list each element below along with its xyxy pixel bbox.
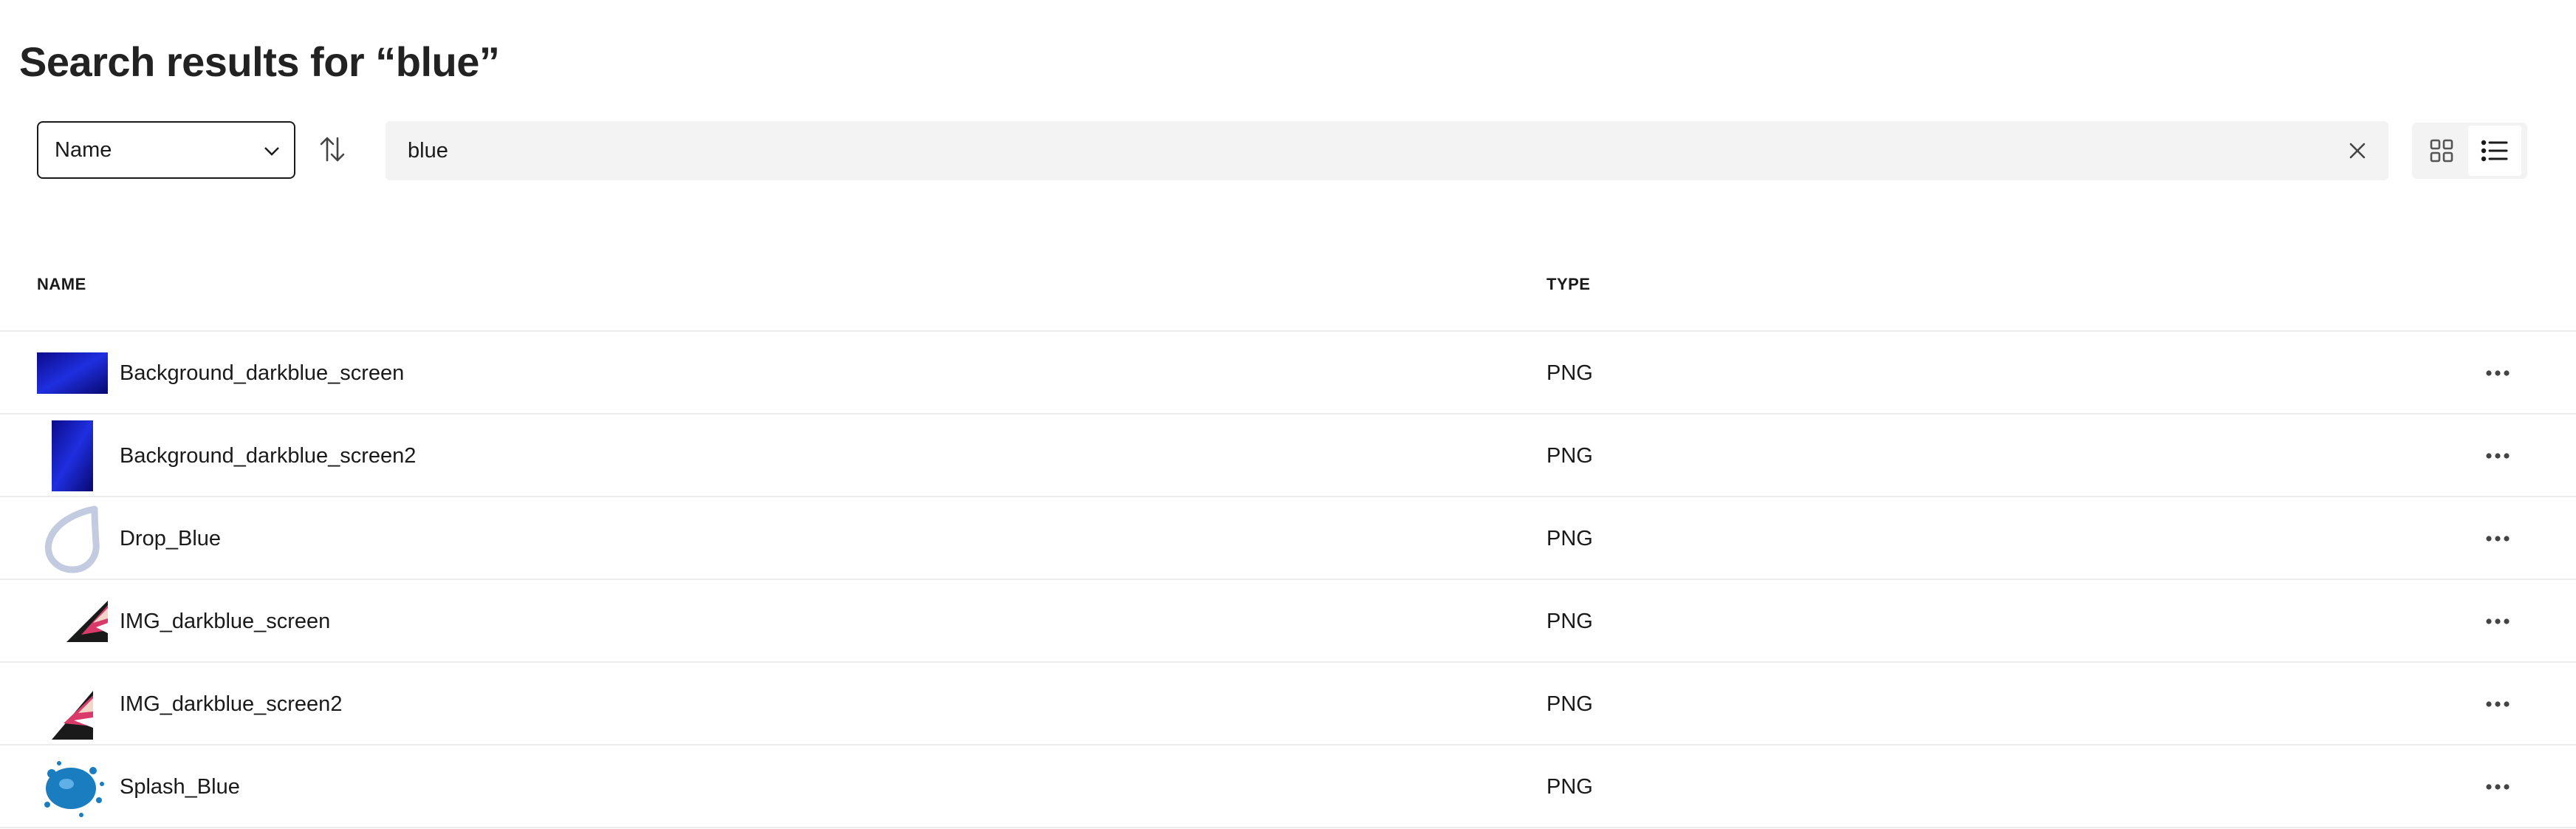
sort-direction-icon	[319, 135, 346, 167]
file-type: PNG	[1546, 444, 1593, 468]
table-row[interactable]: Drop_Blue PNG	[0, 497, 2576, 580]
search-input[interactable]	[386, 129, 2328, 173]
list-view-button[interactable]	[2468, 126, 2521, 176]
row-actions-button[interactable]	[2481, 688, 2514, 720]
row-actions-button[interactable]	[2481, 440, 2514, 472]
view-toggle	[2412, 123, 2527, 179]
file-type: PNG	[1546, 692, 1593, 716]
column-header-name[interactable]: NAME	[37, 275, 86, 294]
file-name[interactable]: Background_darkblue_screen	[120, 360, 404, 386]
more-horizontal-icon	[2486, 701, 2510, 707]
more-horizontal-icon	[2486, 453, 2510, 459]
file-type: PNG	[1546, 361, 1593, 385]
more-horizontal-icon	[2486, 618, 2510, 624]
search-box	[386, 121, 2388, 180]
file-thumbnail	[37, 586, 108, 657]
chevron-down-icon	[261, 140, 282, 167]
row-actions-button[interactable]	[2481, 771, 2514, 803]
file-thumbnail	[37, 669, 108, 740]
grid-view-icon	[2430, 139, 2453, 163]
file-thumbnail	[37, 338, 108, 409]
file-thumbnail	[37, 503, 108, 574]
clear-search-button[interactable]	[2341, 134, 2374, 167]
row-actions-button[interactable]	[2481, 357, 2514, 389]
page-title: Search results for “blue”	[19, 38, 500, 85]
file-name[interactable]: Drop_Blue	[120, 525, 221, 552]
row-actions-button[interactable]	[2481, 522, 2514, 555]
file-name[interactable]: Splash_Blue	[120, 774, 240, 800]
table-row[interactable]: IMG_darkblue_screen PNG	[0, 580, 2576, 663]
file-type: PNG	[1546, 610, 1593, 633]
file-name[interactable]: IMG_darkblue_screen2	[120, 691, 342, 717]
file-name[interactable]: Background_darkblue_screen2	[120, 443, 416, 469]
table-row[interactable]: Splash_Blue PNG	[0, 746, 2576, 828]
file-type: PNG	[1546, 527, 1593, 550]
more-horizontal-icon	[2486, 370, 2510, 376]
table-row[interactable]: Background_darkblue_screen2 PNG	[0, 414, 2576, 497]
column-header-type[interactable]: TYPE	[1546, 275, 1590, 294]
sort-direction-button[interactable]	[316, 134, 349, 167]
file-thumbnail	[37, 751, 108, 822]
list-view-icon	[2481, 140, 2508, 162]
table-row[interactable]: IMG_darkblue_screen2 PNG	[0, 663, 2576, 746]
grid-view-button[interactable]	[2415, 126, 2468, 176]
sort-field-value: Name	[55, 137, 112, 162]
sort-field-select[interactable]: Name	[37, 121, 295, 179]
table-row[interactable]: Background_darkblue_screen PNG	[0, 332, 2576, 414]
file-name[interactable]: IMG_darkblue_screen	[120, 608, 330, 635]
row-actions-button[interactable]	[2481, 605, 2514, 638]
file-thumbnail	[37, 420, 108, 491]
more-horizontal-icon	[2486, 784, 2510, 790]
file-type: PNG	[1546, 775, 1593, 799]
more-horizontal-icon	[2486, 536, 2510, 542]
close-icon	[2349, 143, 2366, 159]
